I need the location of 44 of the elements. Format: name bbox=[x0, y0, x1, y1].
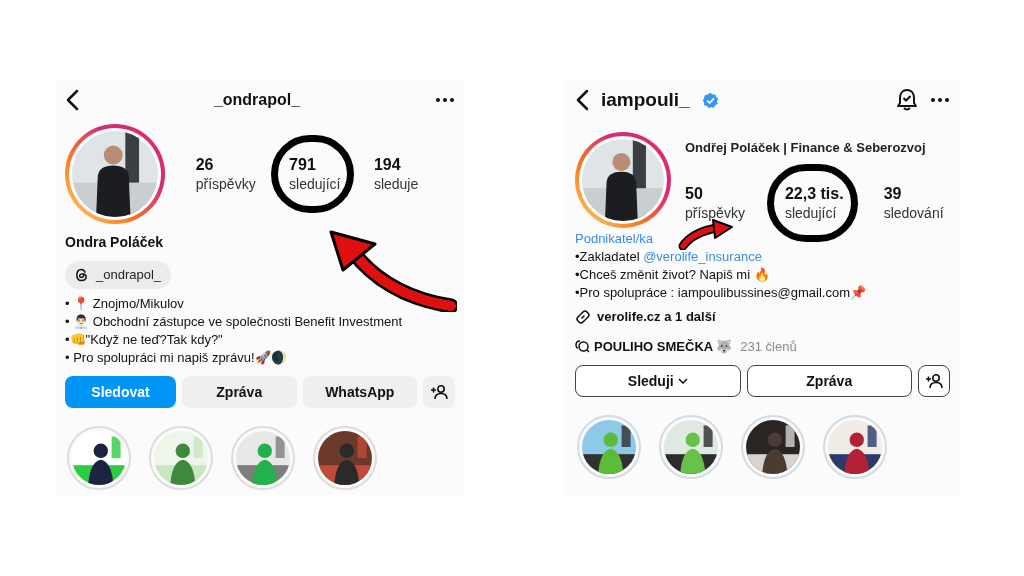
stat-value: 22,3 tis. bbox=[784, 183, 844, 204]
stat-value: 39 bbox=[883, 183, 902, 204]
stat-label: sleduje bbox=[373, 175, 419, 193]
threads-badge[interactable]: _ondrapol_ bbox=[65, 261, 172, 289]
display-name: Ondřej Poláček | Finance & Seberozvoj bbox=[685, 139, 927, 157]
community-icon bbox=[575, 339, 590, 354]
stat-value: 50 bbox=[685, 183, 703, 204]
member-count: 231 členů bbox=[740, 337, 797, 356]
bio-line: • 📍 Znojmo/Mikulov bbox=[65, 295, 185, 313]
more-icon[interactable] bbox=[930, 97, 950, 103]
add-person-button[interactable] bbox=[423, 376, 455, 408]
threads-icon bbox=[75, 268, 88, 282]
more-icon[interactable] bbox=[435, 97, 455, 103]
bio-line: •Pro spolupráce : iampoulibussines@gmail.com📌 bbox=[575, 284, 867, 302]
stat-label: sledující bbox=[784, 203, 837, 222]
username: iampouli_ bbox=[601, 87, 690, 112]
stat-label: příspěvky bbox=[685, 203, 745, 222]
link-icon bbox=[575, 308, 591, 325]
display-name: Ondra Poláček bbox=[65, 233, 165, 252]
username: _ondrapol_ bbox=[213, 90, 301, 110]
add-person-icon bbox=[925, 373, 943, 389]
profile-button[interactable]: WhatsApp bbox=[302, 376, 417, 408]
profile-button[interactable]: Zpráva bbox=[746, 365, 912, 397]
back-icon[interactable] bbox=[575, 89, 589, 111]
stat-label: sledování bbox=[883, 203, 944, 222]
category-label: Podnikatel/ka bbox=[575, 230, 654, 248]
profile-button[interactable]: Sleduji bbox=[575, 365, 741, 397]
bio-line: • 👨🏻‍💼 Obchodní zástupce ve společnosti Benefit Investment bbox=[65, 313, 404, 331]
bio-line: • Pro spolupráci mi napiš zprávu!🚀🌒 bbox=[65, 349, 288, 367]
stat-label: sledující bbox=[289, 175, 341, 193]
stat-value: 194 bbox=[373, 155, 401, 175]
bio-line: •Chceš změnit život? Napiš mi 🔥 bbox=[575, 266, 771, 284]
stat-value: 26 bbox=[195, 155, 214, 175]
bio-line: •Zakladatel @verolife_insurance bbox=[575, 248, 763, 266]
back-icon[interactable] bbox=[65, 89, 79, 111]
website-link[interactable]: verolife.cz a 1 další bbox=[597, 307, 716, 327]
profile-button[interactable]: Zpráva bbox=[182, 376, 297, 408]
community-name[interactable]: POULIHO SMEČKA 🐺 bbox=[594, 336, 733, 356]
add-person-button[interactable] bbox=[918, 365, 950, 397]
bio-line: •👊"Když ne teď?Tak kdy?" bbox=[65, 331, 224, 349]
stat-value: 791 bbox=[289, 155, 316, 175]
bell-icon[interactable] bbox=[896, 88, 918, 112]
add-person-icon bbox=[430, 384, 448, 400]
stat-label: příspěvky bbox=[195, 175, 256, 193]
